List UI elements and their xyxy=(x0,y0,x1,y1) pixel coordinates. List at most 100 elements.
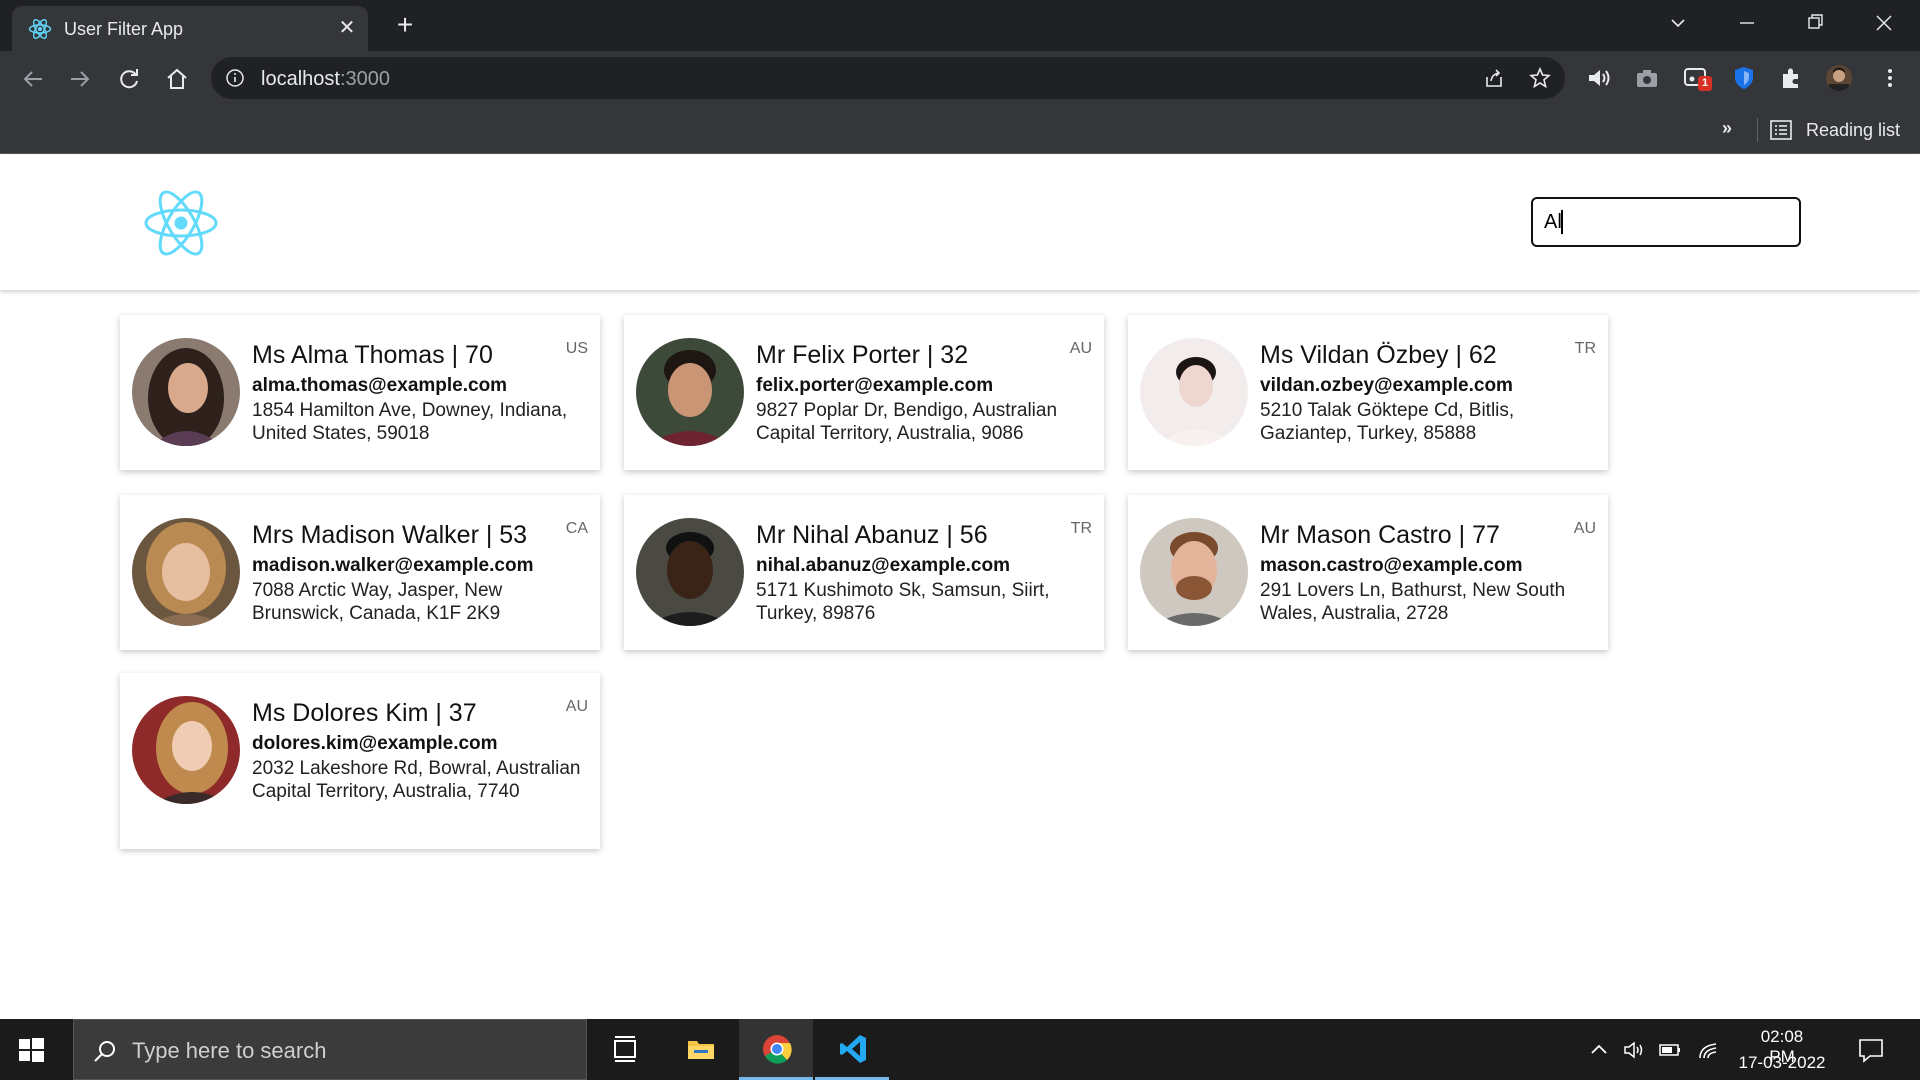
user-address: 2032 Lakeshore Rd, Bowral, Australian Ca… xyxy=(252,758,581,802)
site-info-icon[interactable] xyxy=(225,68,245,88)
user-avatar xyxy=(636,518,744,626)
bookmarks-divider xyxy=(1757,118,1758,142)
user-country-code: TR xyxy=(1574,340,1596,357)
browser-toolbar: localhost:3000 1 xyxy=(0,51,1920,106)
new-tab-button[interactable]: + xyxy=(390,10,420,40)
taskbar-search-placeholder: Type here to search xyxy=(132,1038,327,1063)
user-country-code: AU xyxy=(1069,340,1092,357)
reading-list-button[interactable]: Reading list xyxy=(1806,120,1900,141)
battery-icon[interactable] xyxy=(1658,1038,1682,1062)
folder-icon xyxy=(688,1041,714,1059)
user-name: Mr Mason Castro | 77 xyxy=(1260,521,1500,549)
address-bar[interactable]: localhost:3000 xyxy=(211,57,1565,99)
user-email: felix.porter@example.com xyxy=(756,375,994,396)
browser-menu-icon[interactable] xyxy=(1876,64,1904,92)
user-card[interactable]: Ms Alma Thomas | 70 alma.thomas@example.… xyxy=(120,315,600,470)
forward-arrow-icon[interactable] xyxy=(64,63,96,95)
user-country-code: AU xyxy=(565,698,588,715)
speaker-icon[interactable] xyxy=(1585,64,1613,92)
show-hidden-icons-chevron-icon[interactable] xyxy=(1587,1038,1611,1062)
text-cursor xyxy=(1561,210,1563,234)
app-header xyxy=(0,155,1920,290)
react-favicon-icon xyxy=(28,18,52,40)
volume-icon[interactable] xyxy=(1622,1038,1646,1062)
file-explorer-button[interactable] xyxy=(663,1019,737,1080)
reading-list-icon[interactable] xyxy=(1770,120,1792,140)
user-email: vildan.ozbey@example.com xyxy=(1260,375,1513,396)
bookmarks-bar: » Reading list xyxy=(0,106,1920,154)
reload-icon[interactable] xyxy=(113,63,145,95)
bookmarks-overflow-button[interactable]: » xyxy=(1722,118,1732,139)
user-email: mason.castro@example.com xyxy=(1260,555,1523,576)
extensions-puzzle-icon[interactable] xyxy=(1777,64,1805,92)
close-window-icon[interactable] xyxy=(1864,8,1904,38)
minimize-icon[interactable] xyxy=(1727,8,1767,38)
extension-badge-count: 1 xyxy=(1698,76,1713,91)
browser-tab-strip: User Filter App ✕ + xyxy=(0,0,1920,51)
user-card[interactable]: Ms Dolores Kim | 37 dolores.kim@example.… xyxy=(120,673,600,849)
user-avatar xyxy=(1140,518,1248,626)
notifications-icon[interactable] xyxy=(1857,1036,1885,1064)
browser-tab[interactable]: User Filter App ✕ xyxy=(12,6,368,51)
tab-search-icon[interactable] xyxy=(1658,8,1698,38)
profile-avatar-icon[interactable] xyxy=(1825,64,1853,92)
user-address: 9827 Poplar Dr, Bendigo, Australian Capi… xyxy=(756,400,1058,444)
tab-close-icon[interactable]: ✕ xyxy=(334,15,360,41)
user-name: Mrs Madison Walker | 53 xyxy=(252,521,528,549)
user-avatar xyxy=(1140,338,1248,446)
user-avatar xyxy=(636,338,744,446)
home-icon[interactable] xyxy=(161,63,193,95)
user-card[interactable]: Mr Nihal Abanuz | 56 nihal.abanuz@exampl… xyxy=(624,495,1104,650)
extension-badge-icon[interactable]: 1 xyxy=(1682,64,1713,92)
address-port: :3000 xyxy=(339,68,390,90)
windows-start-icon[interactable] xyxy=(16,1035,46,1065)
taskbar: Type here to search 02:08 PM 17-03-2022 xyxy=(0,1019,1920,1080)
taskbar-search-box[interactable]: Type here to search xyxy=(73,1019,587,1080)
chrome-icon xyxy=(763,1035,792,1064)
shield-icon[interactable] xyxy=(1730,64,1758,92)
user-address: 7088 Arctic Way, Jasper, New Brunswick, … xyxy=(252,580,503,624)
user-card-grid: Ms Alma Thomas | 70 alma.thomas@example.… xyxy=(120,315,1620,855)
user-name: Ms Dolores Kim | 37 xyxy=(252,699,477,727)
user-email: nihal.abanuz@example.com xyxy=(756,555,1010,576)
address-text[interactable]: localhost:3000 xyxy=(261,68,390,91)
user-name: Mr Felix Porter | 32 xyxy=(756,341,969,369)
bookmark-star-icon[interactable] xyxy=(1529,67,1551,89)
taskbar-clock-date[interactable]: 17-03-2022 xyxy=(1734,1053,1830,1073)
user-email: alma.thomas@example.com xyxy=(252,375,508,396)
restore-icon[interactable] xyxy=(1795,8,1835,38)
vscode-icon xyxy=(840,1035,866,1063)
user-country-code: US xyxy=(565,340,588,357)
user-avatar xyxy=(132,338,240,446)
user-card[interactable]: Mr Mason Castro | 77 mason.castro@exampl… xyxy=(1128,495,1608,650)
search-input[interactable] xyxy=(1531,197,1801,247)
back-arrow-icon[interactable] xyxy=(17,63,49,95)
search-icon xyxy=(94,1041,115,1062)
user-country-code: AU xyxy=(1573,520,1596,537)
share-icon[interactable] xyxy=(1483,67,1505,89)
user-address: 1854 Hamilton Ave, Downey, Indiana, Unit… xyxy=(252,400,568,444)
user-email: dolores.kim@example.com xyxy=(252,733,498,754)
task-view-button[interactable] xyxy=(587,1019,661,1080)
camera-icon[interactable] xyxy=(1633,64,1661,92)
user-avatar xyxy=(132,696,240,804)
wifi-icon[interactable] xyxy=(1696,1038,1720,1062)
task-view-icon xyxy=(614,1036,636,1062)
user-country-code: TR xyxy=(1070,520,1092,537)
user-card[interactable]: Mrs Madison Walker | 53 madison.walker@e… xyxy=(120,495,600,650)
user-name: Ms Alma Thomas | 70 xyxy=(252,341,493,369)
user-name: Ms Vildan Özbey | 62 xyxy=(1260,341,1497,369)
user-country-code: CA xyxy=(565,520,588,537)
user-address: 5171 Kushimoto Sk, Samsun, Siirt, Turkey… xyxy=(756,580,1050,624)
user-email: madison.walker@example.com xyxy=(252,555,534,576)
user-card[interactable]: Ms Vildan Özbey | 62 vildan.ozbey@exampl… xyxy=(1128,315,1608,470)
user-address: 5210 Talak Göktepe Cd, Bitlis, Gaziantep… xyxy=(1260,400,1515,444)
tab-title: User Filter App xyxy=(64,19,184,39)
react-logo-icon xyxy=(144,190,218,256)
address-host: localhost xyxy=(261,68,340,90)
user-card[interactable]: Mr Felix Porter | 32 felix.porter@exampl… xyxy=(624,315,1104,470)
user-address: 291 Lovers Ln, Bathurst, New South Wales… xyxy=(1260,580,1566,624)
user-name: Mr Nihal Abanuz | 56 xyxy=(756,521,988,549)
chrome-button[interactable] xyxy=(739,1019,813,1080)
vscode-button[interactable] xyxy=(815,1019,889,1080)
